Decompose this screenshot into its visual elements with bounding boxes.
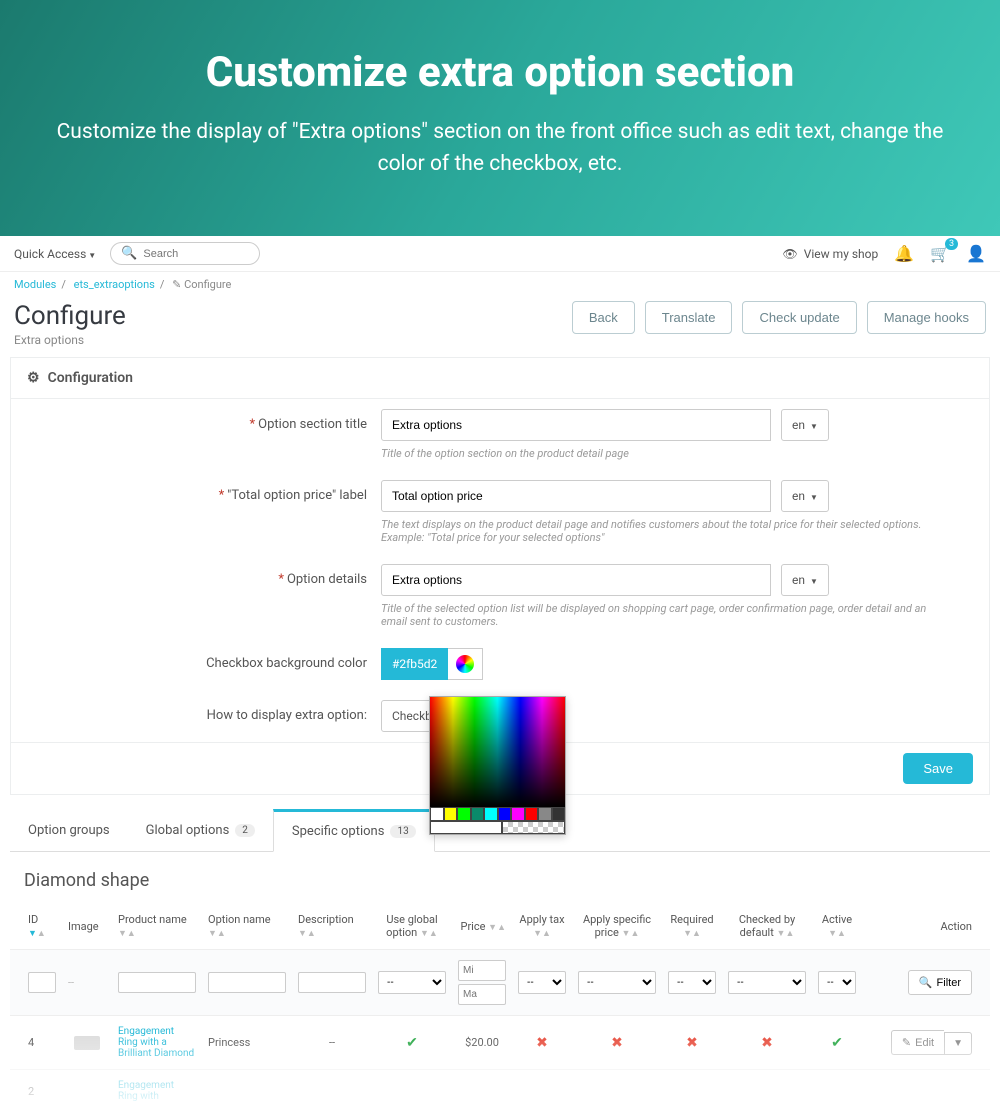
tab-option-groups[interactable]: Option groups [10,809,128,851]
check-icon: ✔ [831,1035,843,1051]
page-header: Configure Extra options Back Translate C… [0,297,1000,357]
filter-apply-specific[interactable]: -- [578,971,656,994]
cart-badge: 3 [945,238,958,250]
product-link[interactable]: Engagement Ring with a Brilliant Diamond [112,1022,202,1063]
search-wrapper: 🔍 [110,242,260,265]
pencil-icon: ✎ [902,1036,911,1049]
section-title: Diamond shape [0,852,1000,903]
filter-required[interactable]: -- [668,971,716,994]
color-picker-button[interactable] [448,648,483,680]
configuration-panel: ⚙ Configuration *Option section title en… [10,357,990,795]
eye-icon: 👁 [783,247,798,261]
cross-icon: ✖ [611,1035,623,1051]
page-subtitle: Extra options [14,333,126,347]
table-row: 2 Engagement Ring with [10,1070,990,1113]
swatch-white[interactable] [430,807,444,821]
gear-icon: ⚙ [27,370,40,386]
check-update-button[interactable]: Check update [742,301,856,334]
notifications-icon[interactable]: 🔔 [894,244,914,263]
badge-count: 2 [235,824,255,837]
swatch-teal[interactable] [471,807,485,821]
product-link[interactable]: Engagement Ring with [112,1076,202,1106]
swatch-green[interactable] [457,807,471,821]
page-title: Configure [14,301,126,331]
hero-banner: Customize extra option section Customize… [0,0,1000,236]
swatch-gray[interactable] [538,807,552,821]
total-option-price-input[interactable] [381,480,771,512]
edit-button[interactable]: ✎Edit [891,1030,944,1055]
help-text: Title of the option section on the produ… [381,447,941,460]
manage-hooks-button[interactable]: Manage hooks [867,301,986,334]
color-value-input[interactable]: #2fb5d2 [381,648,448,680]
swatch-red[interactable] [525,807,539,821]
product-thumb [74,1036,100,1050]
filter-checked-default[interactable]: -- [728,971,806,994]
option-section-title-label: Option section title [258,417,367,432]
filter-apply-tax[interactable]: -- [518,971,566,994]
sort-icon[interactable]: ▼ [28,929,37,939]
total-option-price-label: "Total option price" label [227,488,367,503]
option-section-title-input[interactable] [381,409,771,441]
filter-product-name[interactable] [118,972,196,993]
swatch-dark[interactable] [552,807,566,821]
color-gradient-area[interactable] [430,697,565,807]
option-details-input[interactable] [381,564,771,596]
hero-title: Customize extra option section [40,48,960,97]
quick-access-menu[interactable]: Quick Access▼ [14,247,96,261]
view-shop-link[interactable]: 👁 View my shop [783,247,879,261]
breadcrumb-l3: Configure [184,278,231,291]
chevron-down-icon: ▼ [88,251,96,260]
swatch-row [430,807,565,821]
breadcrumb-l2[interactable]: ets_extraoptions [74,278,155,291]
filter-row: -- -- -- -- -- -- -- 🔍Filter [10,950,990,1016]
filter-description[interactable] [298,972,366,993]
help-text: Title of the selected option list will b… [381,602,941,628]
back-button[interactable]: Back [572,301,635,334]
check-icon: ✔ [406,1035,418,1051]
search-input[interactable] [143,248,249,260]
filter-id[interactable] [28,972,56,993]
swatch-custom[interactable] [430,821,502,835]
breadcrumb: Modules/ ets_extraoptions/ ✎ Configure [0,272,1000,297]
rainbow-icon [456,655,474,673]
help-text: The text displays on the product detail … [381,518,941,544]
filter-button[interactable]: 🔍Filter [908,970,972,995]
lang-selector[interactable]: en ▼ [781,564,829,596]
save-button[interactable]: Save [903,753,973,784]
swatch-transparent[interactable] [502,821,565,835]
lang-selector[interactable]: en ▼ [781,480,829,512]
checkbox-bg-label: Checkbox background color [206,656,367,671]
filter-use-global[interactable]: -- [378,971,446,994]
option-details-label: Option details [287,572,367,587]
filter-option-name[interactable] [208,972,286,993]
breadcrumb-l1[interactable]: Modules [14,278,56,291]
cross-icon: ✖ [686,1035,698,1051]
filter-active[interactable]: -- [818,971,856,994]
search-icon: 🔍 [919,976,933,989]
tab-global-options[interactable]: Global options2 [128,809,273,851]
badge-count: 13 [390,825,415,838]
cross-icon: ✖ [761,1035,773,1051]
swatch-blue[interactable] [498,807,512,821]
profile-icon[interactable]: 👤 [966,244,986,263]
tab-specific-options[interactable]: Specific options13 [273,809,435,852]
swatch-yellow[interactable] [444,807,458,821]
panel-header: ⚙ Configuration [11,358,989,399]
row-actions-dropdown[interactable]: ▼ [944,1032,972,1055]
filter-price-min[interactable] [458,960,506,981]
color-picker-popup[interactable] [429,696,566,835]
search-icon: 🔍 [121,246,137,261]
cart-icon[interactable]: 🛒3 [930,244,950,263]
options-table: ID ▼▲ Image Product name ▼▲ Option name … [10,903,990,1113]
display-how-label: How to display extra option: [207,708,367,723]
cross-icon: ✖ [536,1035,548,1051]
table-row: 4 Engagement Ring with a Brilliant Diamo… [10,1016,990,1070]
swatch-cyan[interactable] [484,807,498,821]
topbar: Quick Access▼ 🔍 👁 View my shop 🔔 🛒3 👤 [0,236,1000,272]
swatch-magenta[interactable] [511,807,525,821]
filter-price-max[interactable] [458,984,506,1005]
lang-selector[interactable]: en ▼ [781,409,829,441]
hero-subtitle: Customize the display of "Extra options"… [40,117,960,180]
translate-button[interactable]: Translate [645,301,733,334]
